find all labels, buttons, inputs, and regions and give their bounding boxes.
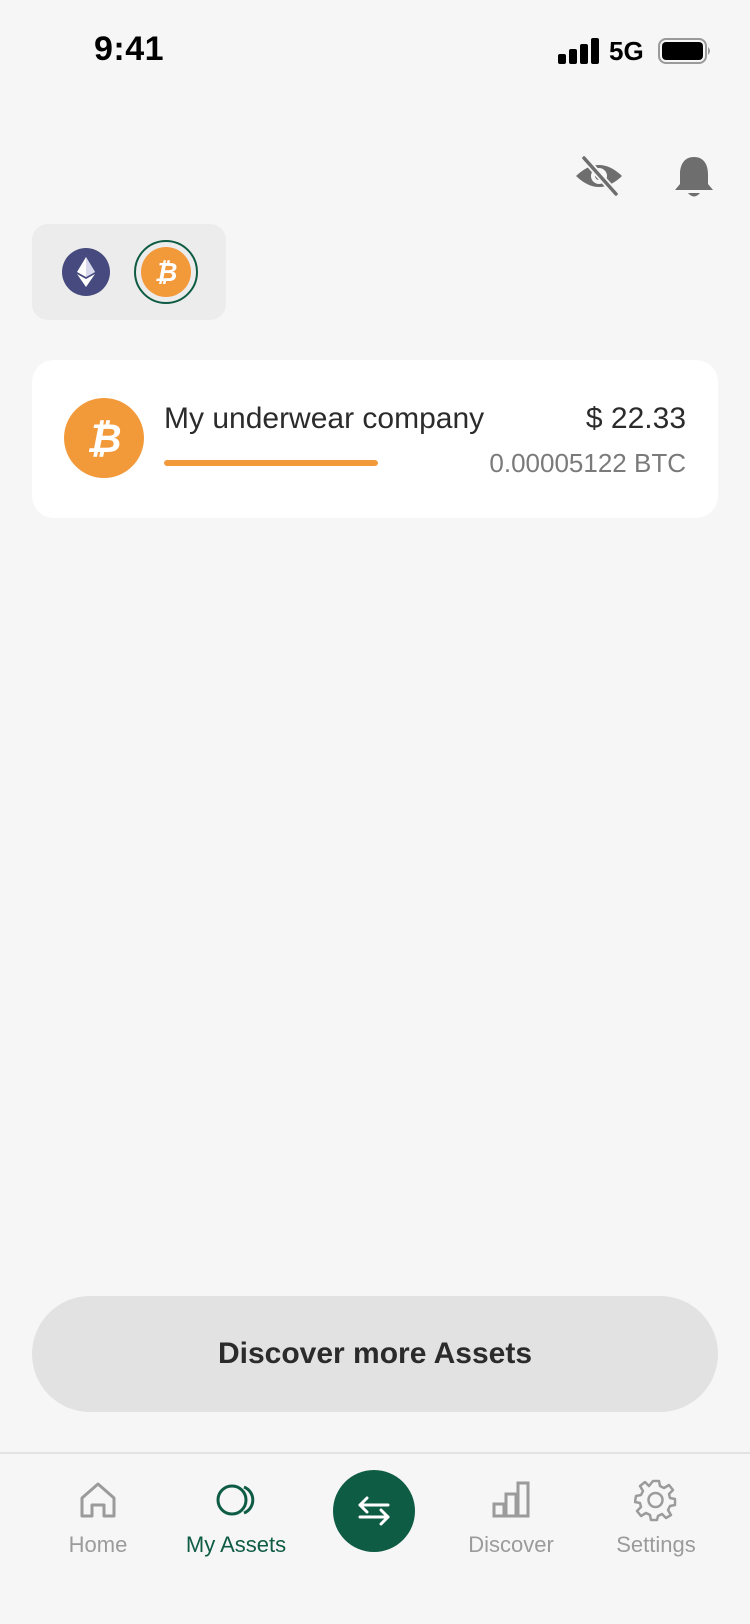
home-icon [80,1482,116,1518]
nav-item-home[interactable]: Home [33,1478,163,1568]
eye-off-icon[interactable] [574,154,624,198]
ethereum-icon[interactable] [62,248,110,296]
signal-strength-icon [558,38,600,64]
battery-icon [658,38,710,64]
nav-label-home: Home [68,1532,128,1557]
asset-crypto-value: 0.00005122 BTC [489,448,686,478]
svg-text:₿: ₿ [155,258,178,287]
nav-label-settings: Settings [616,1532,696,1557]
svg-text:₿: ₿ [86,416,121,462]
my-assets-screen: 9:41 5G ₿ ₿ My underwear company $ 22.33… [0,0,750,1624]
assets-icon [216,1484,255,1516]
bell-icon[interactable] [672,154,716,200]
bitcoin-icon: ₿ [141,247,191,297]
bottom-nav: Home My Assets Discover Settings [0,1452,750,1624]
chain-bitcoin-selected[interactable]: ₿ [134,240,198,304]
asset-card[interactable]: ₿ My underwear company $ 22.33 0.0000512… [32,360,718,518]
chain-selector: ₿ [32,224,226,320]
nav-item-my-assets[interactable]: My Assets [171,1478,301,1568]
discover-more-assets-button[interactable]: Discover more Assets [32,1296,718,1412]
asset-allocation-fill [164,460,378,466]
status-time: 9:41 [94,30,165,68]
asset-usd-value: $ 22.33 [585,402,686,435]
swap-button[interactable] [333,1470,415,1552]
status-bar: 9:41 5G [0,0,750,100]
bar-chart-icon [492,1481,530,1518]
gear-icon [634,1479,677,1522]
nav-label-my-assets: My Assets [185,1532,287,1557]
network-type: 5G [609,36,644,66]
bitcoin-icon: ₿ [64,398,144,478]
swap-arrows-icon [358,1496,390,1526]
nav-item-discover[interactable]: Discover [446,1478,576,1568]
asset-allocation-bar [164,460,378,466]
nav-label-discover: Discover [468,1532,554,1557]
nav-item-settings[interactable]: Settings [591,1478,721,1568]
asset-name: My underwear company [164,402,485,435]
